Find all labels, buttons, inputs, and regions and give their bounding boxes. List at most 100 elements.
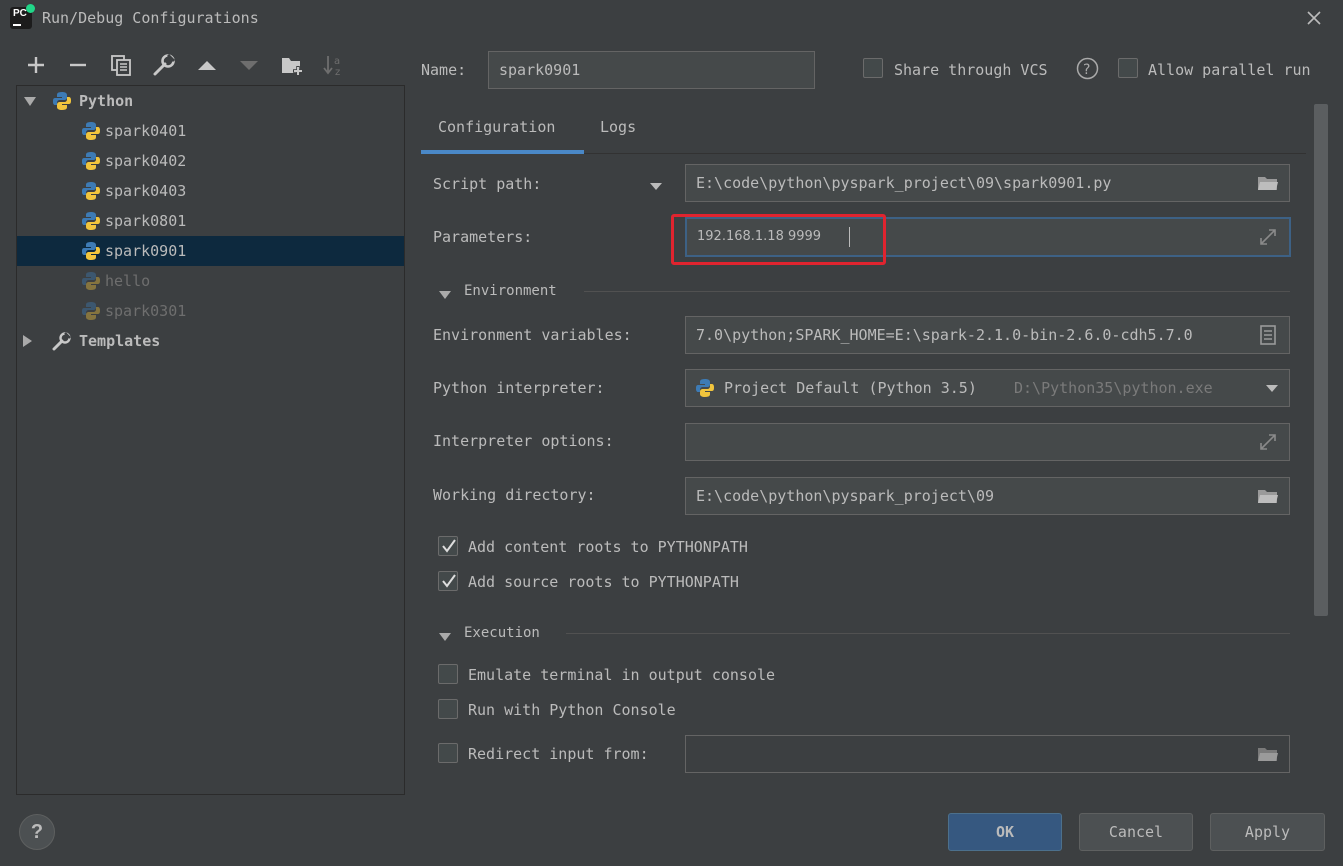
allow-parallel-checkbox[interactable] [1118,58,1138,78]
tree-item-label: spark0402 [105,152,187,170]
env-vars-field[interactable]: 7.0\python;SPARK_HOME=E:\spark-2.1.0-bin… [685,316,1290,354]
python-icon [82,302,100,320]
edit-list-icon[interactable] [1257,325,1279,345]
svg-text:?: ? [1083,62,1090,78]
tree-item-config[interactable]: spark0402 [17,146,404,176]
python-console-checkbox[interactable] [438,699,458,719]
copy-icon[interactable] [108,52,134,78]
ok-button[interactable]: OK [948,813,1062,851]
emulate-terminal-label: Emulate terminal in output console [468,666,776,684]
redirect-input-label: Redirect input from: [468,745,649,763]
tree-item-label: spark0901 [105,242,187,260]
tab-logs[interactable]: Logs [600,118,636,136]
new-folder-icon[interactable] [279,52,305,78]
interpreter-select[interactable]: Project Default (Python 3.5) D:\Python35… [685,369,1290,407]
active-tab-indicator [421,150,584,154]
interpreter-label: Python interpreter: [433,379,605,397]
move-up-icon[interactable] [194,52,220,78]
section-divider [584,291,1290,292]
redirect-input-checkbox[interactable] [438,743,458,763]
add-icon[interactable] [23,52,49,78]
add-content-roots-checkbox[interactable] [438,536,458,556]
working-dir-value: E:\code\python\pyspark_project\09 [696,487,995,505]
python-console-label: Run with Python Console [468,701,676,719]
tree-item-config[interactable]: spark0801 [17,206,404,236]
python-icon [53,92,71,110]
interp-options-label: Interpreter options: [433,432,614,450]
script-path-value: E:\code\python\pyspark_project\09\spark0… [696,174,1112,192]
pycharm-logo-icon: PC [10,4,35,29]
chevron-down-icon[interactable] [438,629,452,641]
tree-item-config-temporary[interactable]: spark0301 [17,296,404,326]
add-source-roots-checkbox[interactable] [438,571,458,591]
tree-item-config-selected[interactable]: spark0901 [17,236,404,266]
remove-icon[interactable] [65,52,91,78]
tab-configuration[interactable]: Configuration [438,118,555,136]
tree-label-templates: Templates [79,332,161,350]
configuration-tree[interactable]: Python spark0401 spark0402 spark0403 spa… [16,85,405,795]
parameters-label: Parameters: [433,228,533,246]
close-icon[interactable] [1302,6,1326,30]
tree-node-python[interactable]: Python [17,86,404,116]
apply-button[interactable]: Apply [1210,813,1325,851]
tree-item-label: spark0801 [105,212,187,230]
sort-icon[interactable]: az [321,52,347,78]
expand-icon[interactable] [1257,432,1279,452]
interpreter-path: D:\Python35\python.exe [1014,379,1213,397]
share-vcs-label: Share through VCS [894,61,1048,79]
folder-icon[interactable] [1257,173,1279,193]
help-icon[interactable]: ? [1076,57,1099,80]
tree-item-config[interactable]: spark0403 [17,176,404,206]
chevron-down-icon[interactable] [23,94,37,108]
name-label: Name: [421,61,467,79]
vertical-scrollbar[interactable] [1314,104,1328,616]
chevron-down-icon[interactable] [438,287,452,299]
tree-item-label: spark0403 [105,182,187,200]
tree-label-python: Python [79,92,134,110]
script-path-field[interactable]: E:\code\python\pyspark_project\09\spark0… [685,164,1290,202]
add-content-roots-label: Add content roots to PYTHONPATH [468,538,748,556]
share-vcs-checkbox[interactable] [863,58,883,78]
help-button[interactable]: ? [19,814,55,850]
python-icon [696,379,714,397]
emulate-terminal-checkbox[interactable] [438,664,458,684]
environment-section-title: Environment [464,283,557,299]
interpreter-value: Project Default (Python 3.5) [724,379,977,397]
python-icon [82,242,100,260]
python-icon [82,152,100,170]
script-path-dropdown-icon[interactable] [648,178,664,190]
chevron-down-icon[interactable] [1264,382,1280,394]
window-title: Run/Debug Configurations [42,9,259,27]
tree-item-label: spark0301 [105,302,187,320]
allow-parallel-label: Allow parallel run [1148,61,1311,79]
env-vars-value: 7.0\python;SPARK_HOME=E:\spark-2.1.0-bin… [696,326,1193,344]
name-field[interactable]: spark0901 [488,51,815,89]
folder-icon[interactable] [1257,744,1279,764]
expand-icon[interactable] [1257,227,1279,247]
execution-section-title: Execution [464,625,540,641]
name-field-value: spark0901 [499,61,581,79]
env-vars-label: Environment variables: [433,326,632,344]
add-source-roots-label: Add source roots to PYTHONPATH [468,573,739,591]
working-dir-label: Working directory: [433,486,596,504]
folder-icon[interactable] [1257,486,1279,506]
cancel-button[interactable]: Cancel [1079,813,1193,851]
tree-item-label: hello [105,272,151,290]
redirect-input-field[interactable] [685,735,1290,773]
working-dir-field[interactable]: E:\code\python\pyspark_project\09 [685,477,1290,515]
tree-node-templates[interactable]: Templates [17,326,404,356]
script-path-label: Script path: [433,175,542,193]
python-icon [82,212,100,230]
python-icon [82,272,100,290]
wrench-icon[interactable] [151,52,177,78]
section-divider [566,633,1290,634]
interp-options-field[interactable] [685,423,1290,461]
tree-item-config-temporary[interactable]: hello [17,266,404,296]
chevron-right-icon[interactable] [20,334,34,348]
tree-item-config[interactable]: spark0401 [17,116,404,146]
python-icon [82,122,100,140]
move-down-icon[interactable] [236,52,262,78]
highlight-box [671,214,886,265]
svg-text:z: z [335,67,340,78]
wrench-icon [52,332,71,351]
